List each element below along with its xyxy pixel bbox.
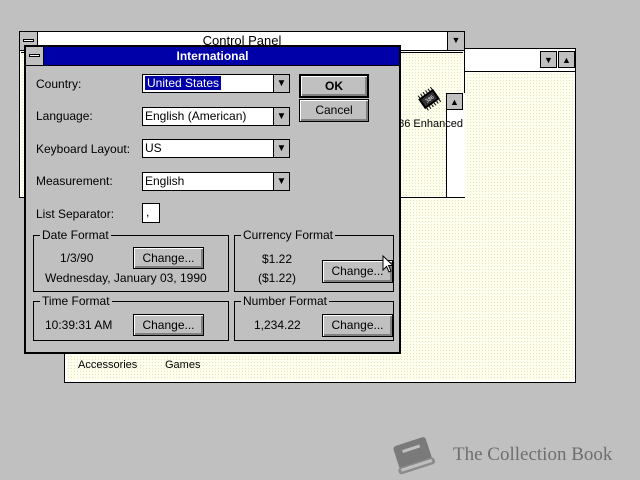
measurement-select[interactable]: English ▼ (142, 172, 290, 191)
cancel-button[interactable]: Cancel (299, 99, 369, 122)
language-label: Language: (36, 109, 93, 123)
list-separator-label: List Separator: (36, 207, 115, 221)
time-format-change-button[interactable]: Change... (133, 314, 204, 336)
mouse-cursor-icon (382, 255, 395, 273)
system-menu-icon[interactable] (26, 47, 44, 65)
measurement-value: English (145, 174, 185, 188)
chip-icon[interactable]: 386 (415, 86, 443, 112)
list-separator-value: , (146, 205, 150, 219)
chevron-up-icon[interactable]: ▲ (558, 51, 575, 68)
keyboard-layout-select[interactable]: US ▼ (142, 139, 290, 158)
date-format-change-button[interactable]: Change... (133, 247, 204, 269)
dropdown-arrow-icon[interactable]: ▼ (273, 173, 289, 190)
chevron-down-icon[interactable]: ▼ (540, 51, 557, 68)
number-format-group: Number Format 1,234.22 Change... (234, 294, 394, 341)
country-label: Country: (36, 77, 82, 91)
group-accessories[interactable]: Accessories (78, 359, 137, 371)
dialog-titlebar[interactable]: International (26, 47, 399, 66)
measurement-label: Measurement: (36, 174, 113, 188)
number-format-change-button[interactable]: Change... (322, 314, 393, 337)
number-format-title: Number Format (241, 294, 330, 308)
minimize-icon[interactable]: ▼ (447, 32, 464, 50)
keyboard-layout-label: Keyboard Layout: (36, 142, 131, 156)
country-value: United States (145, 76, 222, 90)
date-format-short: 1/3/90 (60, 251, 94, 265)
country-select[interactable]: United States ▼ (142, 74, 290, 93)
language-select[interactable]: English (American) ▼ (142, 107, 290, 126)
ok-button[interactable]: OK (299, 74, 369, 98)
list-separator-input[interactable]: , (142, 203, 160, 223)
dropdown-arrow-icon[interactable]: ▼ (273, 140, 289, 157)
book-icon (393, 437, 436, 475)
time-format-value: 10:39:31 AM (45, 318, 113, 332)
dialog-title: International (176, 49, 249, 63)
language-value: English (American) (145, 109, 247, 123)
currency-format-negative: ($1.22) (258, 271, 297, 285)
international-dialog: International Country: United States ▼ L… (24, 45, 401, 354)
currency-format-positive: $1.22 (262, 252, 293, 266)
icon-label-386-enhanced[interactable]: 386 Enhanced (392, 118, 463, 130)
time-format-group: Time Format 10:39:31 AM Change... (33, 294, 229, 341)
keyboard-layout-value: US (145, 141, 162, 155)
currency-format-group: Currency Format $1.22 ($1.22) Change... (234, 228, 394, 292)
dropdown-arrow-icon[interactable]: ▼ (273, 108, 289, 125)
group-games[interactable]: Games (165, 359, 200, 371)
date-format-long: Wednesday, January 03, 1990 (45, 271, 207, 285)
currency-format-title: Currency Format (241, 228, 336, 242)
time-format-title: Time Format (40, 294, 112, 308)
date-format-group: Date Format 1/3/90 Wednesday, January 03… (33, 228, 229, 292)
scroll-up-icon[interactable]: ▲ (446, 93, 463, 110)
date-format-title: Date Format (40, 228, 111, 242)
watermark-text: The Collection Book (453, 444, 613, 465)
dropdown-arrow-icon[interactable]: ▼ (273, 75, 289, 92)
number-format-value: 1,234.22 (254, 318, 301, 332)
